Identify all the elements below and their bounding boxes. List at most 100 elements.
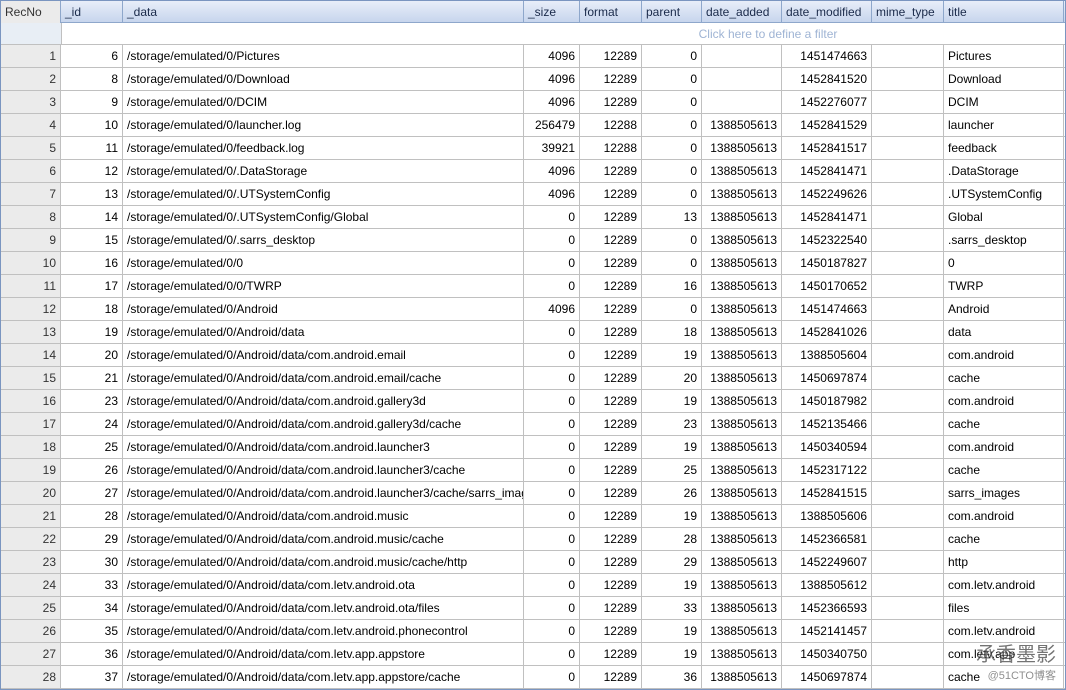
table-row[interactable]: 16/storage/emulated/0/Pictures4096122890… <box>1 45 1065 68</box>
table-row[interactable]: 1016/storage/emulated/0/0012289013885056… <box>1 252 1065 275</box>
cell-parent: 23 <box>642 413 702 435</box>
col-date-added[interactable]: date_added <box>702 1 782 23</box>
cell-id: 25 <box>61 436 123 458</box>
cell-recno: 26 <box>1 620 61 642</box>
cell-data: /storage/emulated/0/Android/data/com.and… <box>123 459 524 481</box>
col-data[interactable]: _data <box>123 1 524 23</box>
col-format[interactable]: format <box>580 1 642 23</box>
cell-recno: 16 <box>1 390 61 412</box>
cell-format: 12289 <box>580 505 642 527</box>
cell-format: 12289 <box>580 597 642 619</box>
cell-title: com.android <box>944 436 1064 458</box>
col-title[interactable]: title <box>944 1 1064 23</box>
cell-format: 12289 <box>580 620 642 642</box>
cell-recno: 10 <box>1 252 61 274</box>
cell-mime-type <box>872 459 944 481</box>
cell-size: 256479 <box>524 114 580 136</box>
filter-row[interactable]: Click here to define a filter <box>1 23 1065 45</box>
table-row[interactable]: 410/storage/emulated/0/launcher.log25647… <box>1 114 1065 137</box>
col-date-modified[interactable]: date_modified <box>782 1 872 23</box>
table-row[interactable]: 713/storage/emulated/0/.UTSystemConfig40… <box>1 183 1065 206</box>
table-row[interactable]: 915/storage/emulated/0/.sarrs_desktop012… <box>1 229 1065 252</box>
table-row[interactable]: 1319/storage/emulated/0/Android/data0122… <box>1 321 1065 344</box>
cell-size: 0 <box>524 367 580 389</box>
cell-id: 36 <box>61 643 123 665</box>
cell-date-added: 1388505613 <box>702 528 782 550</box>
cell-id: 14 <box>61 206 123 228</box>
cell-mime-type <box>872 298 944 320</box>
cell-date-added: 1388505613 <box>702 482 782 504</box>
table-row[interactable]: 2635/storage/emulated/0/Android/data/com… <box>1 620 1065 643</box>
cell-format: 12289 <box>580 160 642 182</box>
cell-data: /storage/emulated/0/0 <box>123 252 524 274</box>
cell-title: .sarrs_desktop <box>944 229 1064 251</box>
cell-id: 19 <box>61 321 123 343</box>
cell-mime-type <box>872 390 944 412</box>
cell-mime-type <box>872 367 944 389</box>
data-grid[interactable]: RecNo _id _data _size format parent date… <box>0 0 1066 690</box>
cell-data: /storage/emulated/0/DCIM <box>123 91 524 113</box>
cell-format: 12289 <box>580 183 642 205</box>
table-row[interactable]: 2128/storage/emulated/0/Android/data/com… <box>1 505 1065 528</box>
cell-id: 26 <box>61 459 123 481</box>
cell-mime-type <box>872 45 944 67</box>
table-row[interactable]: 511/storage/emulated/0/feedback.log39921… <box>1 137 1065 160</box>
cell-size: 0 <box>524 206 580 228</box>
table-row[interactable]: 1825/storage/emulated/0/Android/data/com… <box>1 436 1065 459</box>
cell-recno: 6 <box>1 160 61 182</box>
cell-mime-type <box>872 482 944 504</box>
table-row[interactable]: 2534/storage/emulated/0/Android/data/com… <box>1 597 1065 620</box>
cell-date-added <box>702 45 782 67</box>
col-parent[interactable]: parent <box>642 1 702 23</box>
cell-format: 12289 <box>580 436 642 458</box>
cell-format: 12289 <box>580 528 642 550</box>
cell-id: 12 <box>61 160 123 182</box>
cell-data: /storage/emulated/0/Android/data <box>123 321 524 343</box>
table-row[interactable]: 1521/storage/emulated/0/Android/data/com… <box>1 367 1065 390</box>
table-row[interactable]: 814/storage/emulated/0/.UTSystemConfig/G… <box>1 206 1065 229</box>
cell-title: data <box>944 321 1064 343</box>
cell-format: 12289 <box>580 551 642 573</box>
cell-parent: 0 <box>642 252 702 274</box>
cell-id: 30 <box>61 551 123 573</box>
table-row[interactable]: 1218/storage/emulated/0/Android409612289… <box>1 298 1065 321</box>
cell-recno: 25 <box>1 597 61 619</box>
table-row[interactable]: 612/storage/emulated/0/.DataStorage40961… <box>1 160 1065 183</box>
cell-mime-type <box>872 321 944 343</box>
col-size[interactable]: _size <box>524 1 580 23</box>
table-row[interactable]: 2330/storage/emulated/0/Android/data/com… <box>1 551 1065 574</box>
table-row[interactable]: 39/storage/emulated/0/DCIM40961228901452… <box>1 91 1065 114</box>
cell-id: 6 <box>61 45 123 67</box>
cell-format: 12289 <box>580 666 642 688</box>
cell-id: 20 <box>61 344 123 366</box>
table-row[interactable]: 2433/storage/emulated/0/Android/data/com… <box>1 574 1065 597</box>
cell-title: com.android <box>944 390 1064 412</box>
col-recno[interactable]: RecNo <box>1 1 61 23</box>
table-row[interactable]: 28/storage/emulated/0/Download4096122890… <box>1 68 1065 91</box>
cell-date-added: 1388505613 <box>702 367 782 389</box>
cell-recno: 18 <box>1 436 61 458</box>
table-row[interactable]: 2027/storage/emulated/0/Android/data/com… <box>1 482 1065 505</box>
cell-title: TWRP <box>944 275 1064 297</box>
cell-date-added: 1388505613 <box>702 597 782 619</box>
table-row[interactable]: 1420/storage/emulated/0/Android/data/com… <box>1 344 1065 367</box>
cell-parent: 0 <box>642 45 702 67</box>
cell-size: 4096 <box>524 68 580 90</box>
cell-data: /storage/emulated/0/Android <box>123 298 524 320</box>
cell-date-modified: 1388505604 <box>782 344 872 366</box>
cell-recno: 28 <box>1 666 61 688</box>
col-mime-type[interactable]: mime_type <box>872 1 944 23</box>
table-row[interactable]: 1724/storage/emulated/0/Android/data/com… <box>1 413 1065 436</box>
col-id[interactable]: _id <box>61 1 123 23</box>
table-row[interactable]: 1117/storage/emulated/0/0/TWRP0122891613… <box>1 275 1065 298</box>
table-row[interactable]: 1623/storage/emulated/0/Android/data/com… <box>1 390 1065 413</box>
cell-title: com.android <box>944 344 1064 366</box>
cell-parent: 33 <box>642 597 702 619</box>
table-row[interactable]: 2736/storage/emulated/0/Android/data/com… <box>1 643 1065 666</box>
cell-size: 0 <box>524 252 580 274</box>
table-row[interactable]: 2229/storage/emulated/0/Android/data/com… <box>1 528 1065 551</box>
cell-date-modified: 1452841471 <box>782 206 872 228</box>
table-row[interactable]: 2837/storage/emulated/0/Android/data/com… <box>1 666 1065 689</box>
table-row[interactable]: 1926/storage/emulated/0/Android/data/com… <box>1 459 1065 482</box>
cell-id: 28 <box>61 505 123 527</box>
